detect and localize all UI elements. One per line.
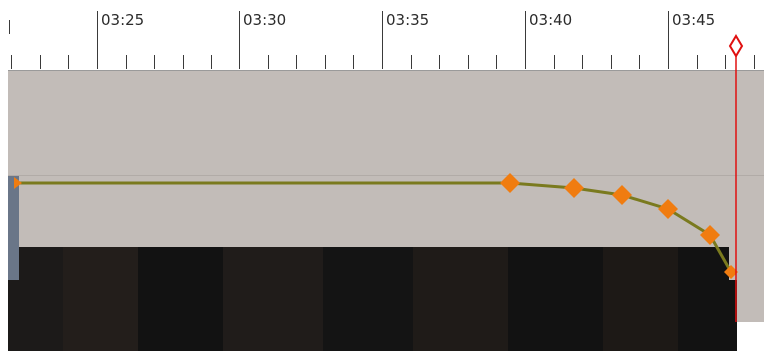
- diamond-keyframe-icon[interactable]: [658, 199, 678, 219]
- opacity-envelope[interactable]: [14, 173, 738, 279]
- diamond-keyframe-icon[interactable]: [564, 178, 584, 198]
- diamond-keyframe-icon[interactable]: [612, 185, 632, 205]
- timeline-overlay: [14, 34, 744, 322]
- diamond-keyframe-icon[interactable]: [700, 225, 720, 245]
- diamond-marker-icon[interactable]: [728, 34, 744, 58]
- keyframe-start-marker[interactable]: [14, 177, 22, 189]
- playhead[interactable]: [728, 34, 744, 322]
- diamond-keyframe-icon[interactable]: [500, 173, 520, 193]
